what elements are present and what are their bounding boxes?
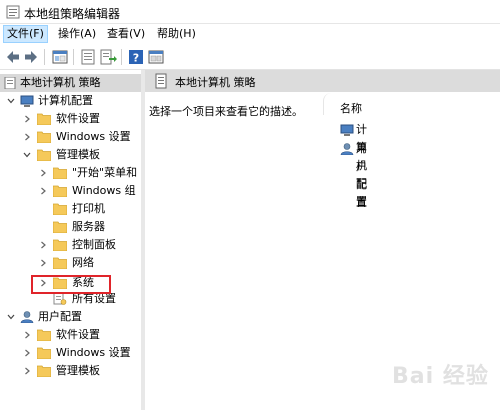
chevron-right-icon[interactable] — [22, 366, 32, 376]
svg-text:?: ? — [133, 52, 139, 65]
chevron-right-icon[interactable] — [38, 168, 48, 178]
chevron-right-icon[interactable] — [22, 348, 32, 358]
baidu-watermark: Bai 经验 — [392, 364, 489, 389]
tree-node-network[interactable]: 网络 — [0, 254, 141, 272]
chevron-right-icon[interactable] — [38, 258, 48, 268]
user-icon — [340, 143, 354, 155]
tree-node-computer-administrative-templates[interactable]: 管理模板 — [0, 146, 141, 164]
tree-node-user-configuration[interactable]: 用户配置 — [0, 308, 141, 326]
title-bar: 本地组策略编辑器 — [0, 0, 500, 24]
tree-node-user-administrative-templates[interactable]: 管理模板 — [0, 362, 141, 380]
window-title: 本地组策略编辑器 — [24, 7, 121, 21]
tree-node-computer-software-settings[interactable]: 软件设置 — [0, 110, 141, 128]
tree-node-label: Windows 设置 — [56, 130, 131, 143]
extended-view-icon[interactable] — [147, 48, 165, 66]
forward-arrow-icon[interactable] — [22, 48, 40, 66]
folder-icon — [37, 131, 51, 143]
folder-icon — [53, 167, 67, 179]
tree-node-label: 管理模板 — [56, 364, 100, 377]
details-header: 本地计算机 策略 — [145, 70, 500, 92]
folder-icon — [53, 203, 67, 215]
tree-node-label: 软件设置 — [56, 328, 100, 341]
chevron-right-icon[interactable] — [22, 114, 32, 124]
toolbar-separator — [44, 49, 45, 65]
tree-node-label: 用户配置 — [38, 310, 82, 323]
chevron-right-icon[interactable] — [22, 330, 32, 340]
menu-file[interactable]: 文件(F) — [3, 25, 48, 43]
tree-node-label: 管理模板 — [56, 148, 100, 161]
toolbar: ? — [0, 44, 500, 70]
annotation-highlight-box — [31, 275, 111, 294]
tree-node-label: 打印机 — [72, 202, 105, 215]
tree-node-label: Windows 设置 — [56, 346, 131, 359]
back-arrow-icon[interactable] — [4, 48, 22, 66]
folder-icon — [37, 113, 51, 125]
description-text: 选择一个项目来查看它的描述。 — [149, 105, 303, 118]
tree-node-printers[interactable]: 打印机 — [0, 200, 141, 218]
menu-view[interactable]: 查看(V) — [104, 26, 148, 42]
chevron-right-icon[interactable] — [22, 132, 32, 142]
tree-node-computer-configuration[interactable]: 计算机配置 — [0, 92, 141, 110]
chevron-down-icon[interactable] — [22, 150, 32, 160]
chevron-down-icon[interactable] — [6, 312, 16, 322]
details-header-title: 本地计算机 策略 — [175, 76, 256, 89]
tree-node-label: 计算机配置 — [38, 94, 93, 107]
tree-node-label: 服务器 — [72, 220, 105, 233]
tree-node-windows-components[interactable]: Windows 组 — [0, 182, 141, 200]
tree-node-label: "开始"菜单和 — [72, 166, 138, 179]
tree-node-label: Windows 组 — [72, 184, 136, 197]
menu-bar: 文件(F) 操作(A) 查看(V) 帮助(H) — [0, 24, 500, 44]
toolbar-separator — [121, 49, 122, 65]
show-hide-tree-icon[interactable] — [51, 48, 69, 66]
policy-document-icon — [4, 77, 16, 89]
tree-node-label: 网络 — [72, 256, 94, 269]
tree-node-label: 本地计算机 策略 — [20, 76, 101, 89]
folder-icon — [53, 185, 67, 197]
chevron-down-icon[interactable] — [6, 96, 16, 106]
tree-node-local-computer-policy[interactable]: 本地计算机 策略 — [0, 74, 141, 92]
properties-icon[interactable] — [79, 48, 97, 66]
tree-node-label: 控制面板 — [72, 238, 116, 251]
list-item-label: 用户配置 — [356, 142, 367, 209]
tree-node-user-windows-settings[interactable]: Windows 设置 — [0, 344, 141, 362]
computer-icon — [340, 124, 354, 136]
folder-icon — [53, 257, 67, 269]
tree-node-computer-windows-settings[interactable]: Windows 设置 — [0, 128, 141, 146]
menu-action[interactable]: 操作(A) — [55, 26, 99, 42]
chevron-right-icon[interactable] — [38, 240, 48, 250]
tree-node-server[interactable]: 服务器 — [0, 218, 141, 236]
column-header-label: 名称 — [340, 102, 362, 115]
tree-node-user-software-settings[interactable]: 软件设置 — [0, 326, 141, 344]
user-icon — [20, 311, 34, 323]
folder-icon — [53, 239, 67, 251]
settings-list-icon — [53, 293, 67, 305]
computer-icon — [20, 95, 34, 107]
folder-icon — [37, 329, 51, 341]
folder-icon — [53, 221, 67, 233]
policy-editor-icon — [6, 5, 20, 19]
tree-pane: 本地计算机 策略 计算机配置 软件设置 Windows 设置 管理模板 "开始"… — [0, 70, 141, 410]
export-list-icon[interactable] — [99, 48, 117, 66]
help-icon[interactable]: ? — [127, 48, 145, 66]
chevron-right-icon[interactable] — [38, 186, 48, 196]
folder-icon — [37, 347, 51, 359]
tree-node-start-menu[interactable]: "开始"菜单和 — [0, 164, 141, 182]
folder-icon — [37, 149, 51, 161]
column-header-name[interactable]: 名称 — [323, 93, 500, 115]
folder-icon — [37, 365, 51, 377]
tree-node-label: 软件设置 — [56, 112, 100, 125]
tree-node-control-panel[interactable]: 控制面板 — [0, 236, 141, 254]
menu-help[interactable]: 帮助(H) — [154, 26, 199, 42]
toolbar-separator — [73, 49, 74, 65]
policy-document-icon — [155, 73, 167, 89]
